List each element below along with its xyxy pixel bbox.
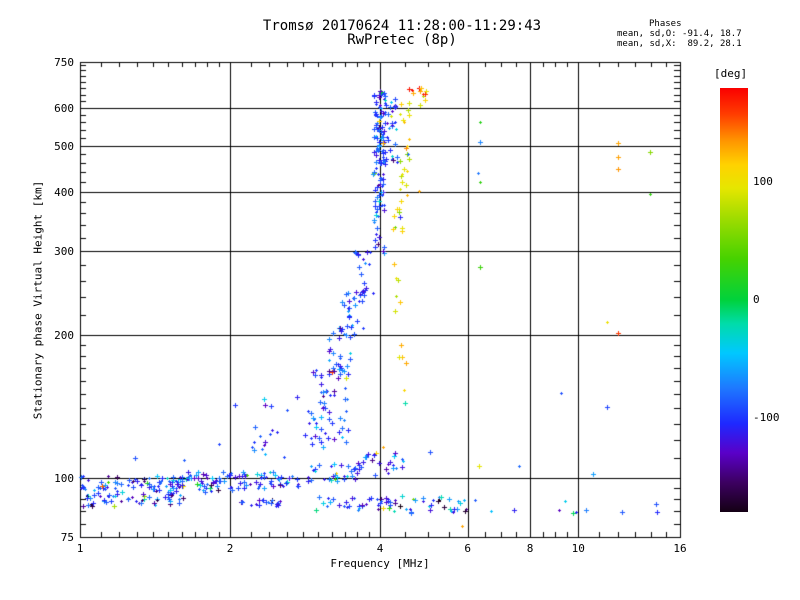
phase-stats-o-mode: mean, sd,O: -91.4, 18.7 bbox=[617, 29, 742, 39]
x-tick-label: 16 bbox=[673, 542, 687, 555]
x-tick-label: 4 bbox=[376, 542, 384, 555]
y-tick-label: 500 bbox=[54, 139, 74, 153]
y-axis-label: Stationary phase Virtual Height [km] bbox=[31, 180, 45, 420]
x-tick-label: 1 bbox=[76, 542, 84, 555]
y-tick-label: 200 bbox=[54, 328, 74, 342]
ionogram-page: Tromsø 20170624 11:28:00-11:29:43 RwPret… bbox=[0, 0, 800, 600]
x-tick-label: 8 bbox=[526, 542, 534, 555]
ionogram-plot-canvas bbox=[0, 0, 800, 600]
colorbar-tick-label: 0 bbox=[753, 293, 760, 306]
phase-stats-x-mode: mean, sd,X: 89.2, 28.1 bbox=[617, 39, 742, 49]
colorbar-tick-label: -100 bbox=[753, 410, 780, 424]
y-tick-label: 300 bbox=[54, 245, 74, 259]
x-axis-label: Frequency [MHz] bbox=[330, 557, 430, 570]
phase-stats-header: Phases bbox=[649, 19, 682, 29]
x-tick-label: 10 bbox=[571, 542, 585, 555]
x-tick-label: 6 bbox=[464, 542, 472, 555]
phase-stats-block: Phases mean, sd,O: -91.4, 18.7 mean, sd,… bbox=[617, 19, 742, 49]
colorbar-tick-label: 100 bbox=[753, 175, 773, 189]
y-tick-label: 400 bbox=[54, 185, 74, 199]
colorbar-gradient bbox=[720, 88, 748, 512]
y-tick-label: 100 bbox=[54, 471, 74, 485]
colorbar-unit-label: [deg] bbox=[714, 67, 748, 80]
y-tick-label: 75 bbox=[60, 531, 74, 544]
y-tick-label: 600 bbox=[54, 102, 74, 116]
y-tick-label: 750 bbox=[54, 56, 74, 69]
x-tick-label: 2 bbox=[226, 542, 234, 555]
